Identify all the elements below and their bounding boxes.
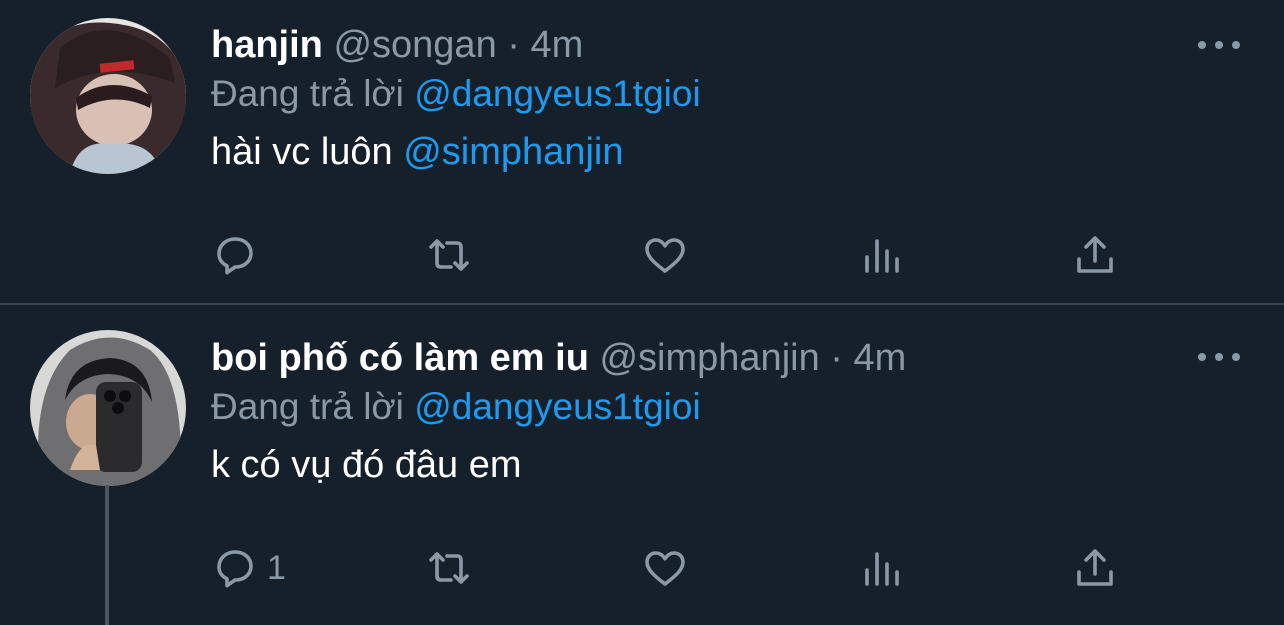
username[interactable]: @simphanjin bbox=[599, 337, 819, 379]
separator-dot: · bbox=[507, 24, 520, 66]
like-button[interactable] bbox=[641, 230, 689, 280]
display-name[interactable]: boi phố có làm em iu bbox=[211, 337, 589, 379]
tweet-content: hanjin @songan · 4m Đang trả lời @dangye… bbox=[211, 22, 1204, 176]
share-button[interactable] bbox=[1071, 543, 1119, 593]
tweet-text: k có vụ đó đâu em bbox=[211, 441, 1204, 489]
share-icon bbox=[1077, 236, 1113, 273]
tweet-header: hanjin @songan · 4m bbox=[211, 22, 1204, 68]
tweet-header: boi phố có làm em iu @simphanjin · 4m bbox=[211, 335, 1204, 381]
avatar[interactable] bbox=[30, 330, 186, 486]
replying-to-label: Đang trả lời bbox=[211, 73, 404, 114]
timestamp[interactable]: 4m bbox=[854, 337, 907, 379]
separator-dot: · bbox=[830, 337, 843, 379]
tweet-text-body: k có vụ đó đâu em bbox=[211, 444, 522, 486]
replying-to-line: Đang trả lời @dangyeus1tgioi bbox=[211, 70, 1204, 118]
display-name[interactable]: hanjin bbox=[211, 24, 323, 66]
timestamp[interactable]: 4m bbox=[530, 24, 583, 66]
share-button[interactable] bbox=[1071, 230, 1119, 280]
more-options-button[interactable] bbox=[1198, 35, 1240, 55]
replying-to-line: Đang trả lời @dangyeus1tgioi bbox=[211, 383, 1204, 431]
retweet-button[interactable] bbox=[425, 543, 473, 593]
retweet-icon bbox=[429, 552, 469, 584]
more-options-button[interactable] bbox=[1198, 347, 1240, 367]
thread-line bbox=[105, 485, 109, 625]
replying-to-label: Đang trả lời bbox=[211, 386, 404, 427]
heart-icon bbox=[645, 551, 685, 586]
heart-icon bbox=[645, 238, 685, 273]
retweet-button[interactable] bbox=[425, 230, 473, 280]
tweet-text: hài vc luôn @simphanjin bbox=[211, 128, 1204, 176]
avatar[interactable] bbox=[30, 18, 186, 174]
reply-icon bbox=[217, 550, 253, 588]
tweet-actions: 1 bbox=[211, 543, 1131, 593]
replying-to-mention[interactable]: @dangyeus1tgioi bbox=[414, 386, 700, 427]
views-icon bbox=[865, 239, 899, 273]
more-icon bbox=[1198, 353, 1206, 361]
replying-to-mention[interactable]: @dangyeus1tgioi bbox=[414, 73, 700, 114]
reply-icon bbox=[217, 237, 253, 275]
tweet-content: boi phố có làm em iu @simphanjin · 4m Đa… bbox=[211, 335, 1204, 489]
tweet-text-mention[interactable]: @simphanjin bbox=[403, 131, 623, 173]
username[interactable]: @songan bbox=[333, 24, 496, 66]
reply-button[interactable] bbox=[211, 230, 267, 280]
tweet[interactable]: hanjin @songan · 4m Đang trả lời @dangye… bbox=[0, 0, 1284, 303]
views-button[interactable] bbox=[857, 543, 905, 593]
tweet-actions bbox=[211, 230, 1131, 280]
more-icon bbox=[1198, 41, 1206, 49]
tweet[interactable]: boi phố có làm em iu @simphanjin · 4m Đa… bbox=[0, 305, 1284, 625]
reply-count: 1 bbox=[267, 548, 286, 587]
retweet-icon bbox=[429, 239, 469, 271]
views-button[interactable] bbox=[857, 230, 905, 280]
reply-button[interactable]: 1 bbox=[211, 543, 286, 593]
tweet-text-body: hài vc luôn bbox=[211, 131, 393, 173]
share-icon bbox=[1077, 549, 1113, 586]
like-button[interactable] bbox=[641, 543, 689, 593]
views-icon bbox=[865, 552, 899, 586]
